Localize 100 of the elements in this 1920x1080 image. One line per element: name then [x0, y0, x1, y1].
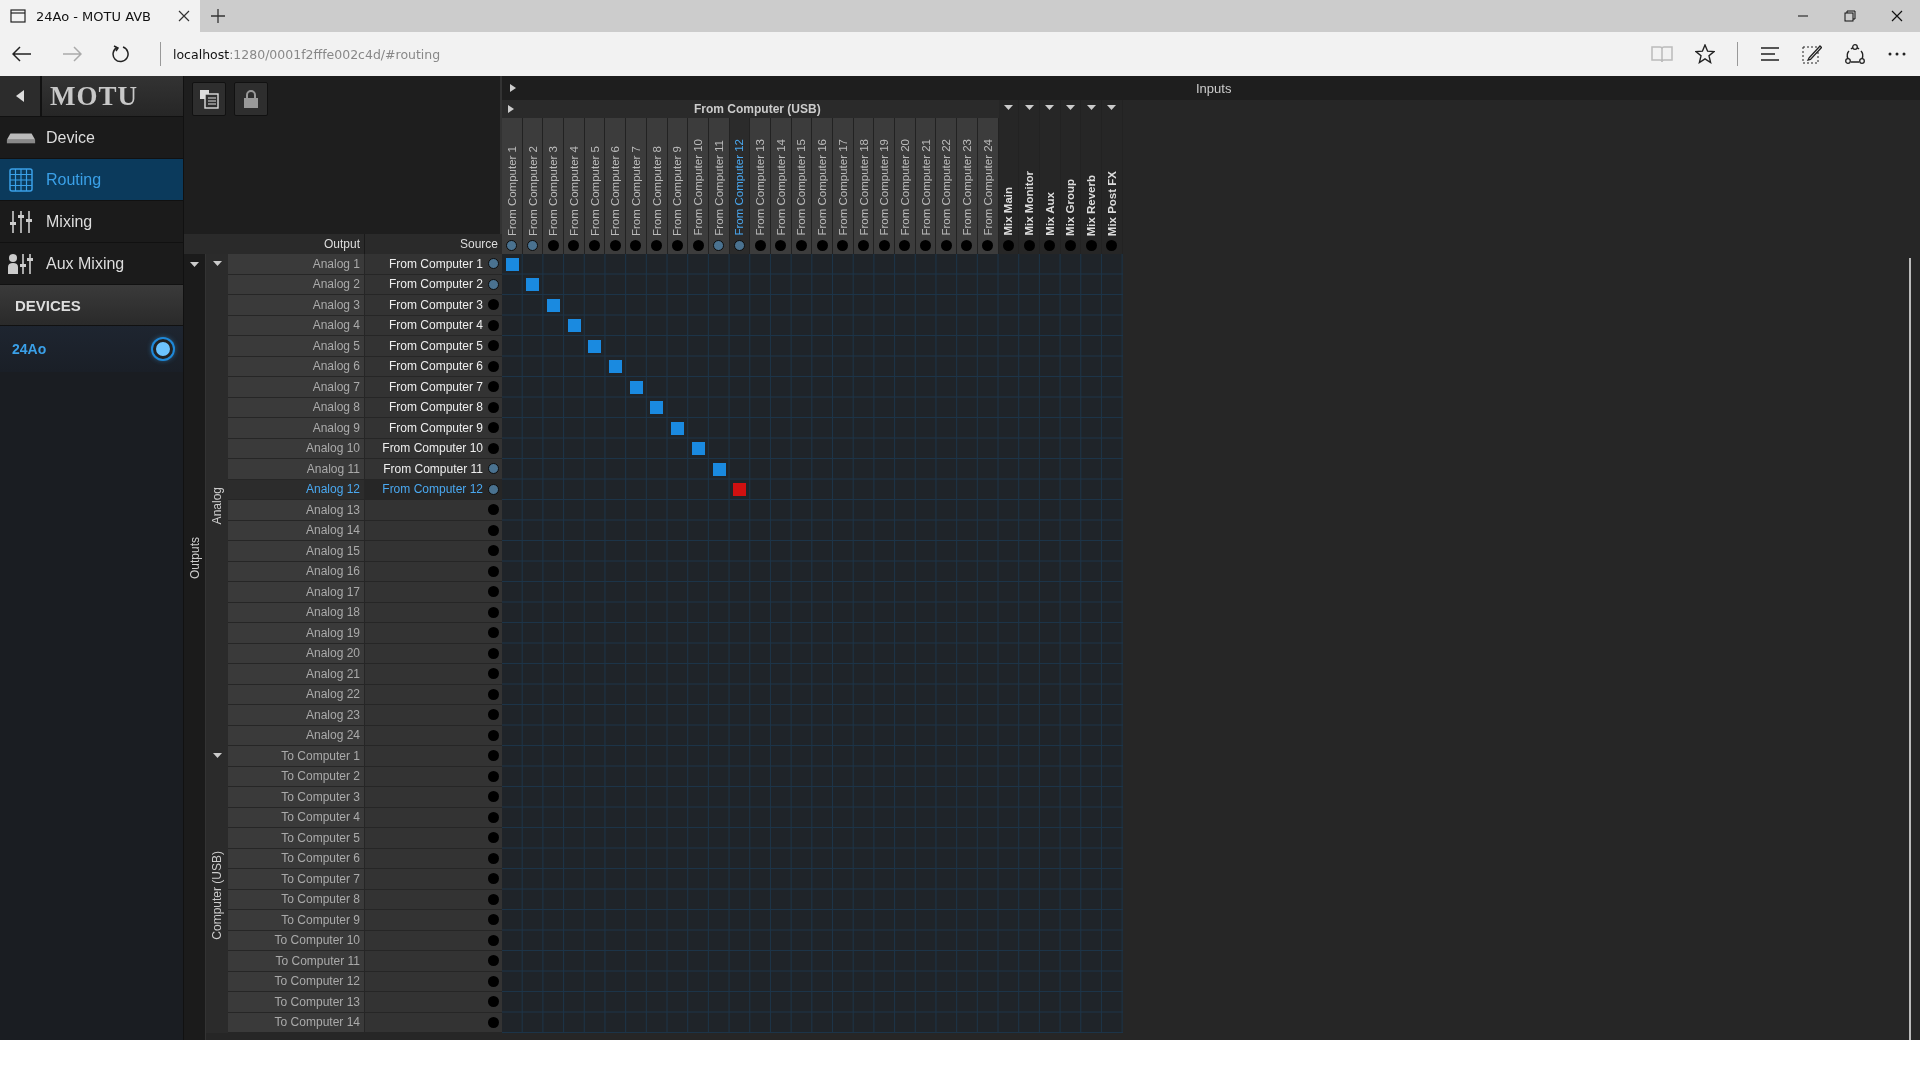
output-cell[interactable]: To Computer 8	[228, 889, 365, 910]
output-cell[interactable]: Analog 13	[228, 500, 365, 521]
input-column-header[interactable]: From Computer 23	[957, 118, 978, 254]
source-cell[interactable]: From Computer 11	[365, 459, 502, 480]
input-column-header[interactable]: From Computer 14	[770, 118, 792, 254]
restore-icon[interactable]	[1844, 10, 1856, 22]
source-cell[interactable]: From Computer 1	[365, 254, 502, 275]
source-cell[interactable]	[365, 889, 502, 910]
output-cell[interactable]: To Computer 14	[228, 1012, 365, 1033]
output-cell[interactable]: To Computer 5	[228, 828, 365, 849]
output-cell[interactable]: To Computer 9	[228, 910, 365, 931]
output-cell[interactable]: Analog 14	[228, 520, 365, 541]
nav-item[interactable]: Mixing	[0, 201, 183, 243]
input-column-header[interactable]: From Computer 5	[584, 118, 606, 254]
source-cell[interactable]	[365, 602, 502, 623]
source-cell[interactable]	[365, 561, 502, 582]
patch-point[interactable]	[629, 380, 643, 394]
pen-icon[interactable]	[1802, 44, 1822, 64]
source-cell[interactable]	[365, 787, 502, 808]
source-cell[interactable]: From Computer 2	[365, 274, 502, 295]
more-icon[interactable]	[1888, 52, 1906, 56]
source-cell[interactable]	[365, 1012, 502, 1033]
output-cell[interactable]: Analog 7	[228, 377, 365, 398]
nav-item[interactable]: Aux Mixing	[0, 243, 183, 285]
input-column-header[interactable]: From Computer 10	[688, 118, 709, 254]
output-cell[interactable]: Analog 8	[228, 397, 365, 418]
close-icon[interactable]	[1891, 10, 1903, 22]
scrollbar[interactable]	[1909, 258, 1911, 1040]
patch-point[interactable]	[567, 319, 581, 332]
book-icon[interactable]	[1651, 45, 1673, 63]
source-cell[interactable]: From Computer 4	[365, 315, 502, 336]
output-cell[interactable]: Analog 9	[228, 418, 365, 439]
output-cell[interactable]: To Computer 12	[228, 971, 365, 992]
patch-point[interactable]	[650, 401, 664, 414]
source-cell[interactable]: From Computer 8	[365, 397, 502, 418]
list-view-button[interactable]	[192, 82, 226, 116]
input-column-header[interactable]: From Computer 16	[812, 118, 833, 254]
source-cell[interactable]: From Computer 9	[365, 418, 502, 439]
source-cell[interactable]	[365, 971, 502, 992]
source-cell[interactable]	[365, 500, 502, 521]
new-tab-icon[interactable]	[211, 9, 225, 23]
caret-icon[interactable]	[212, 261, 222, 266]
input-column-header[interactable]: From Computer 24	[977, 118, 999, 254]
patch-point[interactable]	[671, 421, 685, 435]
source-cell[interactable]	[365, 766, 502, 787]
input-column-header[interactable]: From Computer 3	[543, 118, 565, 254]
input-column-header[interactable]: From Computer 4	[564, 118, 585, 254]
output-cell[interactable]: To Computer 11	[228, 951, 365, 972]
output-cell[interactable]: Analog 21	[228, 664, 365, 685]
source-cell[interactable]	[365, 910, 502, 931]
input-column-header[interactable]: From Computer 2	[522, 118, 544, 254]
output-cell[interactable]: Analog 22	[228, 684, 365, 705]
input-column-header[interactable]: From Computer 19	[874, 118, 896, 254]
output-cell[interactable]: Analog 23	[228, 705, 365, 726]
nav-item[interactable]: Device	[0, 117, 183, 159]
back-icon[interactable]	[12, 46, 32, 62]
source-cell[interactable]: From Computer 7	[365, 377, 502, 398]
output-cell[interactable]: Analog 19	[228, 623, 365, 644]
input-column-header[interactable]: From Computer 7	[626, 118, 647, 254]
source-cell[interactable]	[365, 848, 502, 869]
input-column-header[interactable]: From Computer 1	[502, 118, 523, 254]
output-cell[interactable]: Analog 6	[228, 356, 365, 377]
source-cell[interactable]	[365, 705, 502, 726]
group-header[interactable]: From Computer (USB)	[502, 100, 999, 118]
input-column-header[interactable]: From Computer 17	[833, 118, 854, 254]
source-cell[interactable]: From Computer 3	[365, 295, 502, 316]
output-cell[interactable]: To Computer 13	[228, 992, 365, 1013]
patch-point[interactable]	[588, 339, 602, 353]
output-cell[interactable]: To Computer 3	[228, 787, 365, 808]
source-cell[interactable]	[365, 684, 502, 705]
output-cell[interactable]: Analog 24	[228, 725, 365, 746]
output-cell[interactable]: Analog 11	[228, 459, 365, 480]
source-cell[interactable]	[365, 541, 502, 562]
refresh-icon[interactable]	[112, 45, 130, 63]
output-cell[interactable]: Analog 17	[228, 582, 365, 603]
output-cell[interactable]: Analog 18	[228, 602, 365, 623]
source-cell[interactable]	[365, 725, 502, 746]
back-button[interactable]	[0, 76, 42, 116]
browser-tab[interactable]: 24Ao - MOTU AVB	[0, 0, 200, 32]
close-icon[interactable]	[178, 10, 190, 22]
source-cell[interactable]	[365, 643, 502, 664]
input-column-header[interactable]: From Computer 13	[750, 118, 771, 254]
forward-icon[interactable]	[62, 46, 82, 62]
lines-icon[interactable]	[1760, 47, 1780, 61]
address-field[interactable]: localhost:1280/0001f2fffe002c4d/#routing	[173, 46, 441, 62]
source-cell[interactable]	[365, 869, 502, 890]
source-cell[interactable]	[365, 992, 502, 1013]
patch-point[interactable]	[691, 442, 705, 455]
source-cell[interactable]	[365, 664, 502, 685]
lock-button[interactable]	[234, 82, 268, 116]
patch-point[interactable]	[505, 257, 519, 271]
output-cell[interactable]: Analog 10	[228, 438, 365, 459]
output-cell[interactable]: Analog 5	[228, 336, 365, 357]
source-cell[interactable]	[365, 746, 502, 767]
source-cell[interactable]	[365, 930, 502, 951]
share-icon[interactable]	[1844, 44, 1866, 64]
output-cell[interactable]: To Computer 1	[228, 746, 365, 767]
source-cell[interactable]: From Computer 10	[365, 438, 502, 459]
star-icon[interactable]	[1695, 44, 1715, 64]
output-cell[interactable]: To Computer 4	[228, 807, 365, 828]
